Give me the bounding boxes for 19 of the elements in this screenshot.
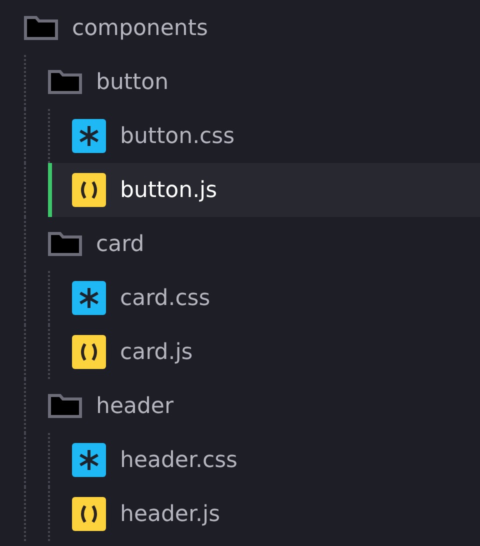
folder-icon (48, 70, 82, 94)
folder-item[interactable]: components (24, 1, 480, 55)
parentheses-file-icon (72, 173, 106, 207)
file-item[interactable]: header.js (48, 487, 480, 541)
file-item[interactable]: button.js (48, 163, 480, 217)
folder-icon (24, 16, 58, 40)
asterisk-file-icon (72, 443, 106, 477)
folder-item[interactable]: header (24, 379, 480, 433)
parentheses-file-icon (72, 335, 106, 369)
folder-icon (48, 232, 82, 256)
asterisk-file-icon (72, 281, 106, 315)
asterisk-file-icon (72, 119, 106, 153)
parentheses-file-icon (72, 497, 106, 531)
folder-item[interactable]: button (24, 55, 480, 109)
file-item[interactable]: header.css (48, 433, 480, 487)
file-item[interactable]: card.js (48, 325, 480, 379)
file-item[interactable]: card.css (48, 271, 480, 325)
folder-item[interactable]: card (24, 217, 480, 271)
folder-icon (48, 394, 82, 418)
